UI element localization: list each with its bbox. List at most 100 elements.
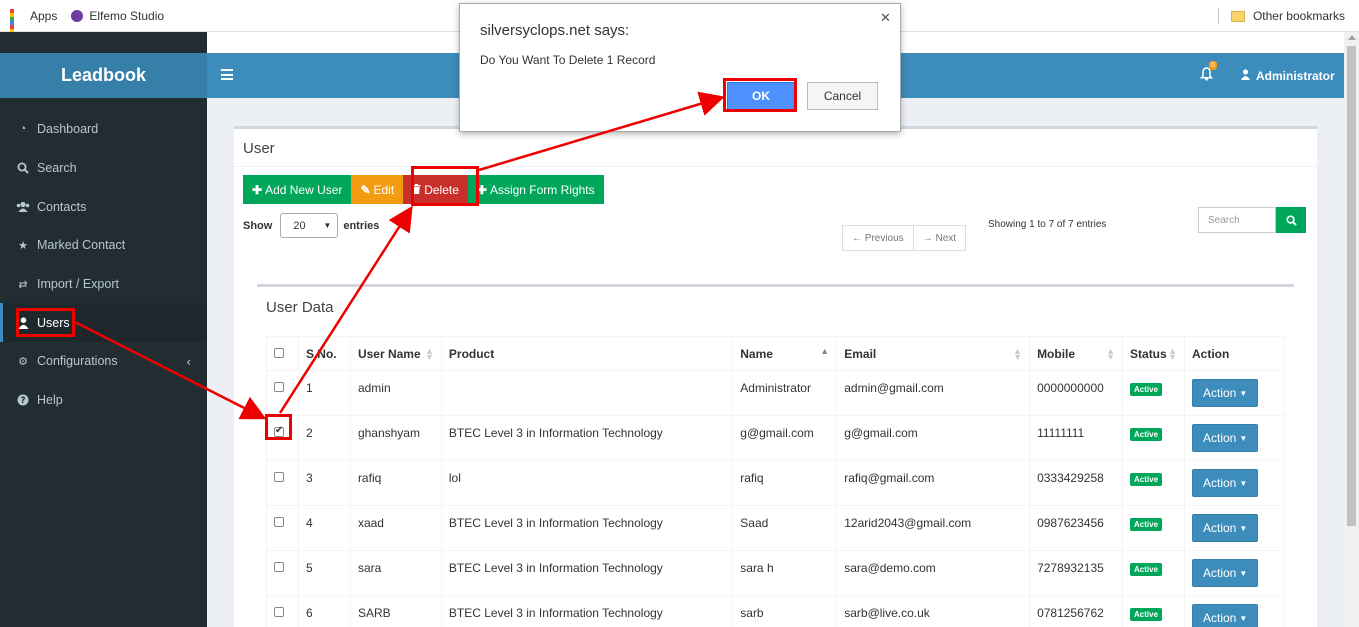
row-checkbox[interactable]	[274, 472, 284, 482]
table-row: 5 sara BTEC Level 3 in Information Techn…	[266, 550, 1286, 596]
edit-label: Edit	[373, 182, 395, 197]
bookmark-apps[interactable]: Apps	[10, 8, 57, 45]
folder-icon	[1230, 10, 1245, 22]
chevron-left-icon: ‹	[186, 353, 191, 369]
sidebar-item-import-export[interactable]: ⇄ Import / Export	[0, 265, 207, 304]
row-checkbox[interactable]	[274, 607, 284, 617]
sidebar-item-dashboard[interactable]: ◔ Dashboard	[0, 110, 207, 149]
sidebar-item-search[interactable]: Search	[0, 149, 207, 188]
action-dropdown-button[interactable]: Action ▼	[1191, 469, 1259, 497]
cell-action: Action ▼	[1183, 415, 1286, 461]
users-icon	[16, 201, 30, 213]
sidebar-item-help[interactable]: ? Help	[0, 381, 207, 420]
column-header-sno[interactable]: S.No.	[297, 336, 351, 371]
cell-action: Action ▼	[1183, 505, 1286, 551]
exchange-icon: ⇄	[18, 278, 28, 291]
sort-icon: ▲ ▼	[1168, 346, 1177, 362]
page-title: User	[243, 140, 275, 157]
sidebar-item-label: Search	[37, 161, 77, 176]
cell-product: BTEC Level 3 in Information Technology	[440, 505, 734, 551]
highlight-ok-button	[723, 78, 797, 112]
cell-status: Active	[1122, 595, 1185, 627]
action-label: Action	[1202, 386, 1237, 400]
table-row: 2 ghanshyam BTEC Level 3 in Information …	[266, 415, 1286, 461]
cell-username: SARB	[349, 595, 442, 627]
column-header-product[interactable]: Product	[440, 336, 734, 371]
column-header-status[interactable]: Status ▲ ▼	[1122, 336, 1185, 371]
action-dropdown-button[interactable]: Action ▼	[1191, 514, 1259, 542]
select-all-checkbox[interactable]	[274, 347, 284, 358]
next-page-button[interactable]: → Next	[913, 225, 967, 251]
edit-button[interactable]: ✎ Edit	[351, 175, 404, 204]
user-menu[interactable]: Administrator	[1240, 53, 1335, 98]
cell-email: rafiq@gmail.com	[836, 460, 1031, 506]
close-icon[interactable]: ✕	[880, 10, 891, 26]
status-badge: Active	[1130, 428, 1163, 441]
caret-down-icon: ▼	[1239, 523, 1248, 533]
caret-down-icon: ▼	[1239, 478, 1248, 488]
row-checkbox[interactable]	[274, 517, 284, 527]
column-header-username[interactable]: User Name ▲ ▼	[349, 336, 442, 371]
search-button[interactable]	[1276, 207, 1306, 233]
box-divider	[234, 166, 1317, 167]
assign-form-rights-button[interactable]: ✚ Assign Form Rights	[467, 175, 604, 204]
sidebar-item-contacts[interactable]: Contacts	[0, 187, 207, 226]
cell-name: Saad	[732, 505, 838, 551]
column-header-label: Product	[448, 346, 495, 361]
notification-count-badge: 0	[1209, 61, 1217, 70]
sidebar-menu: ◔ Dashboard Search Contacts ★ Marked Con…	[0, 110, 207, 420]
bookmark-elfemo[interactable]: Elfemo Studio	[71, 9, 164, 23]
column-header-mobile[interactable]: Mobile ▲ ▼	[1029, 336, 1124, 371]
cancel-button[interactable]: Cancel	[807, 82, 878, 110]
sidebar-toggle-icon[interactable]	[221, 69, 233, 80]
sidebar-item-label: Dashboard	[37, 122, 99, 137]
action-dropdown-button[interactable]: Action ▼	[1191, 559, 1259, 587]
highlight-delete-button	[411, 166, 479, 206]
column-header-label: Email	[844, 346, 877, 361]
select-all-header	[266, 336, 299, 371]
cell-username: sara	[349, 550, 442, 596]
cell-mobile: 0333429258	[1029, 460, 1124, 506]
table-header-row: S.No. User Name ▲ ▼ Product Name ▲ Email ▲ ▼ …	[266, 336, 1286, 371]
sidebar-top-strip	[0, 32, 207, 53]
sidebar-item-configurations[interactable]: ⚙ Configurations ‹	[0, 342, 207, 381]
notifications-bell-icon[interactable]: 0	[1199, 61, 1217, 83]
sidebar-item-label: Contacts	[37, 199, 87, 214]
caret-down-icon: ▼	[1239, 613, 1248, 623]
previous-page-button[interactable]: ← Previous	[842, 225, 914, 251]
scroll-up-arrow-icon[interactable]	[1348, 35, 1356, 40]
column-header-name[interactable]: Name ▲	[732, 336, 838, 371]
sidebar-item-label: Import / Export	[37, 277, 119, 292]
scrollbar-thumb[interactable]	[1347, 46, 1356, 526]
add-user-button[interactable]: ✚ Add New User	[243, 175, 352, 204]
status-badge: Active	[1130, 563, 1163, 576]
search-input[interactable]: Search	[1198, 207, 1276, 233]
user-name: Administrator	[1256, 68, 1335, 83]
sidebar-item-marked-contact[interactable]: ★ Marked Contact	[0, 226, 207, 265]
row-checkbox[interactable]	[274, 562, 284, 572]
sidebar-item-label: Marked Contact	[37, 238, 126, 253]
page-scrollbar[interactable]	[1344, 32, 1359, 627]
cell-sno: 4	[297, 505, 351, 551]
action-dropdown-button[interactable]: Action ▼	[1191, 424, 1259, 452]
action-dropdown-button[interactable]: Action ▼	[1191, 379, 1259, 407]
entries-select[interactable]: 20 ▼	[280, 213, 339, 238]
bookmarks-divider	[1218, 8, 1219, 24]
column-header-label: S.No.	[305, 346, 337, 361]
users-table: S.No. User Name ▲ ▼ Product Name ▲ Email ▲ ▼ …	[266, 336, 1286, 627]
brand-logo[interactable]: Leadbook	[0, 53, 207, 98]
cell-username: admin	[349, 370, 442, 416]
status-badge: Active	[1130, 608, 1163, 621]
cell-action: Action ▼	[1183, 460, 1286, 506]
row-checkbox[interactable]	[274, 382, 284, 392]
action-dropdown-button[interactable]: Action ▼	[1191, 604, 1259, 627]
cell-product: BTEC Level 3 in Information Technology	[440, 415, 734, 461]
cell-username: xaad	[349, 505, 442, 551]
column-header-label: Name	[740, 346, 773, 361]
cell-mobile: 7278932135	[1029, 550, 1124, 596]
bookmark-other[interactable]: Other bookmarks	[1230, 0, 1345, 32]
column-header-email[interactable]: Email ▲ ▼	[836, 336, 1031, 371]
sort-icon: ▲ ▼	[1013, 346, 1023, 362]
column-header-label: Action	[1191, 346, 1230, 361]
cell-mobile: 0781256762	[1029, 595, 1124, 627]
